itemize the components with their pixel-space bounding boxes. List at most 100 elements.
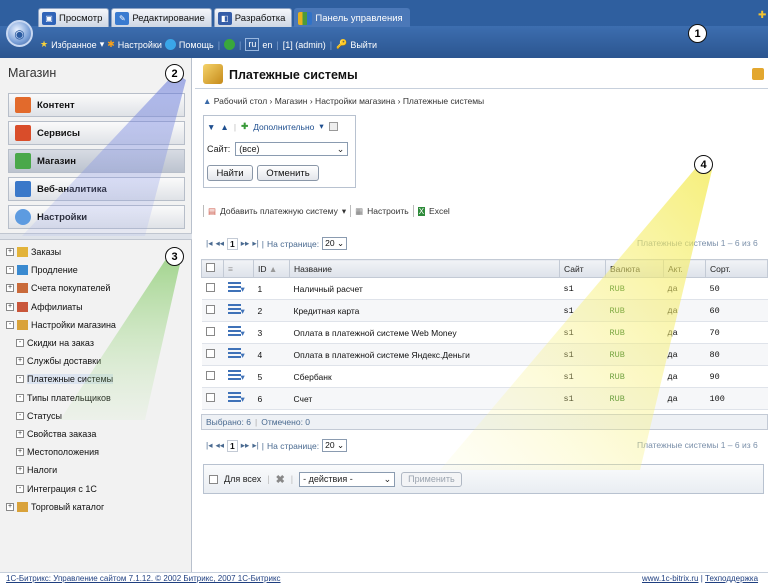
filter-config-icon[interactable]	[328, 122, 338, 131]
collapse-down-icon[interactable]: ▼	[207, 122, 215, 132]
row-select[interactable]	[201, 365, 224, 388]
tree-item[interactable]: + Торговый каталог	[6, 501, 104, 512]
expand-icon[interactable]: +	[16, 357, 24, 366]
logout-link[interactable]: Выйти	[350, 40, 377, 50]
tree-item[interactable]: + Свойства заказа	[16, 429, 96, 439]
apply-button[interactable]: Применить	[401, 471, 462, 487]
next-page-icon[interactable]: ▸▸	[241, 440, 250, 451]
row-checkbox[interactable]	[205, 283, 215, 292]
table-row[interactable]: ▾ 6 Счет s1 RUB да 100	[201, 387, 768, 410]
add-payment-system-button[interactable]: Добавить платежную систему	[220, 206, 338, 216]
support-link[interactable]: Техподдержка	[705, 574, 758, 583]
menu-content[interactable]: Контент	[8, 93, 185, 117]
last-page-icon[interactable]: ▸|	[252, 440, 258, 451]
table-row[interactable]: ▾ 1 Наличный расчет s1 RUB да 50	[201, 277, 768, 300]
tree-item[interactable]: - Типы плательщиков	[16, 393, 111, 403]
tree-item[interactable]: + Счета покупателей	[6, 283, 110, 294]
tree-item[interactable]: + Аффилиаты	[6, 301, 83, 312]
for-all-checkbox[interactable]	[209, 474, 218, 484]
col-id[interactable]: ID ▲	[253, 259, 290, 278]
per-page-select[interactable]: 20 ⌄	[322, 439, 348, 452]
table-row[interactable]: ▾ 5 Сбербанк s1 RUB да 90	[201, 365, 768, 388]
menu-shop[interactable]: Магазин	[8, 149, 185, 173]
prev-page-icon[interactable]: ◂◂	[215, 440, 224, 451]
bitrix-logo[interactable]: ◉	[6, 20, 33, 47]
last-page-icon[interactable]: ▸|	[252, 238, 258, 249]
tab-dev[interactable]: ◧ Разработка	[213, 8, 293, 27]
tree-item[interactable]: - Настройки магазина	[6, 319, 116, 330]
col-site[interactable]: Сайт	[559, 259, 606, 278]
expand-icon[interactable]: +	[16, 466, 24, 475]
cancel-button[interactable]: Отменить	[257, 165, 319, 181]
first-page-icon[interactable]: |◂	[206, 440, 212, 451]
copyright-link[interactable]: 1С-Битрикс: Управление сайтом 7.1.12. © …	[6, 574, 281, 583]
tab-control-panel[interactable]: Панель управления	[294, 8, 410, 27]
expand-icon[interactable]: +	[6, 302, 14, 311]
tree-item[interactable]: - Платежные системы	[16, 374, 114, 385]
collapse-icon[interactable]: -	[6, 266, 14, 275]
tab-edit[interactable]: ✎ Редактирование	[111, 8, 212, 27]
tree-item[interactable]: - Интеграция с 1С	[16, 484, 97, 494]
expand-icon[interactable]: +	[6, 248, 14, 256]
col-sort[interactable]: Сорт.	[705, 259, 768, 278]
menu-settings[interactable]: Настройки	[8, 205, 185, 229]
row-menu-icon[interactable]	[227, 304, 241, 314]
collapse-icon[interactable]: -	[16, 411, 24, 420]
row-menu-icon[interactable]	[227, 326, 241, 336]
row-menu-icon[interactable]	[227, 348, 241, 358]
row-menu-icon[interactable]	[227, 282, 241, 292]
row-select[interactable]	[201, 387, 224, 410]
row-checkbox[interactable]	[205, 327, 215, 336]
expand-icon[interactable]: +	[16, 448, 24, 457]
help-link[interactable]: Помощь	[179, 40, 214, 50]
tree-item[interactable]: - Скидки на заказ	[16, 338, 94, 348]
next-page-icon[interactable]: ▸▸	[241, 238, 250, 249]
select-all-checkbox[interactable]	[206, 263, 215, 272]
menu-services[interactable]: Сервисы	[8, 121, 185, 145]
prev-page-icon[interactable]: ◂◂	[215, 238, 224, 249]
expand-icon[interactable]: +	[16, 430, 24, 438]
row-actions[interactable]: ▾	[223, 277, 254, 300]
panel-splitter[interactable]	[0, 233, 192, 240]
row-actions[interactable]: ▾	[223, 365, 254, 388]
refresh-icon[interactable]	[224, 39, 236, 50]
excel-button[interactable]: Excel	[429, 206, 450, 216]
filter-more-button[interactable]: Дополнительно	[253, 122, 314, 132]
collapse-icon[interactable]: -	[16, 339, 24, 347]
collapse-icon[interactable]: -	[16, 375, 24, 384]
expand-icon[interactable]: +	[6, 284, 14, 293]
row-checkbox[interactable]	[205, 349, 215, 358]
site-select[interactable]: (все) ⌄	[235, 142, 349, 156]
tree-item[interactable]: + Налоги	[16, 465, 57, 475]
col-name[interactable]: Название	[289, 259, 560, 278]
user-link[interactable]: [1] (admin)	[283, 40, 326, 50]
col-active[interactable]: Акт.	[663, 259, 706, 278]
help-page-icon[interactable]	[752, 68, 764, 80]
row-actions[interactable]: ▾	[223, 299, 254, 322]
row-actions[interactable]: ▾	[223, 321, 254, 344]
pin-icon[interactable]: ✚	[758, 10, 766, 21]
row-checkbox[interactable]	[205, 393, 215, 402]
row-select[interactable]	[201, 343, 224, 366]
collapse-icon[interactable]: -	[6, 320, 14, 329]
tab-view[interactable]: ▣ Просмотр	[38, 8, 110, 27]
row-actions[interactable]: ▾	[223, 387, 254, 410]
tree-item[interactable]: - Продление	[6, 265, 78, 276]
tree-item[interactable]: + Заказы	[6, 247, 61, 257]
per-page-select[interactable]: 20 ⌄	[322, 237, 348, 250]
col-currency[interactable]: Валюта	[605, 259, 664, 278]
find-button[interactable]: Найти	[207, 165, 253, 181]
bitrix-site-link[interactable]: www.1c-bitrix.ru	[642, 574, 698, 583]
table-row[interactable]: ▾ 3 Оплата в платежной системе Web Money s1…	[201, 321, 768, 344]
table-row[interactable]: ▾ 2 Кредитная карта s1 RUB да 60	[201, 299, 768, 322]
configure-button[interactable]: Настроить	[367, 206, 409, 216]
row-select[interactable]	[201, 299, 224, 322]
collapse-up-icon[interactable]: ▲	[220, 122, 228, 132]
lang-ru[interactable]: ru	[245, 38, 260, 51]
row-checkbox[interactable]	[205, 305, 215, 314]
collapse-icon[interactable]: -	[16, 484, 24, 493]
favorites-link[interactable]: Избранное	[51, 40, 97, 50]
tree-item[interactable]: - Статусы	[16, 411, 62, 421]
row-actions[interactable]: ▾	[223, 343, 254, 366]
actions-select[interactable]: - действия - ⌄	[299, 471, 396, 487]
